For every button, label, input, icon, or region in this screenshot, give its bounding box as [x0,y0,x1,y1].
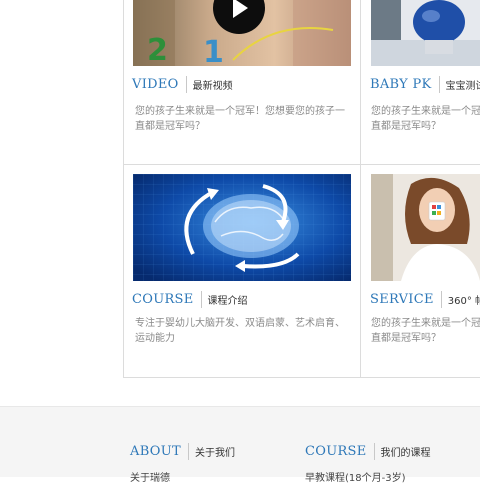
footer-title-en: ABOUT [130,444,181,459]
card-title-video[interactable]: VIDEO 最新视频 [132,76,233,93]
title-separator [373,443,375,460]
card-description: 您的孩子生来就是一个冠军！您想要您的孩子一 直都是冠军吗？ [135,106,345,132]
card-title-babypk[interactable]: BABY PK 宝宝测试 [370,76,480,93]
title-separator [200,291,202,308]
footer-course-title[interactable]: COURSE 我们的课程 [305,443,431,460]
card-title-zh: 课程介绍 [207,296,248,307]
card-title-zh: 最新视频 [192,81,233,92]
footer-title-zh: 关于我们 [194,448,235,459]
svg-text:2: 2 [147,33,168,66]
title-separator [185,76,187,93]
card-title-en: COURSE [132,292,194,307]
card-title-course[interactable]: COURSE 课程介绍 [132,291,248,308]
card-title-zh: 360° 帖心 [447,296,480,307]
card-description: 您的孩子生来就是一个冠 直都是冠军吗？ [371,318,480,344]
column-divider [360,0,361,378]
video-thumbnail[interactable]: 2 1 [133,0,351,66]
footer: ABOUT 关于我们 关于瑞德 COURSE 我们的课程 早教课程(18个月-3… [0,406,480,484]
card-description: 您的孩子生来就是一个冠 直都是冠军吗？ [371,106,480,132]
footer-about-title[interactable]: ABOUT 关于我们 [130,443,235,460]
card-description: 专注于婴幼儿大脑开发、双语启蒙、艺术启育、 运动能力 [135,318,345,344]
footer-title-zh: 我们的课程 [380,448,431,459]
svg-text:1: 1 [203,35,224,66]
footer-link-about[interactable]: 关于瑞德 [130,469,170,484]
service-thumbnail[interactable] [371,174,480,281]
card-title-en: SERVICE [370,292,434,307]
card-title-service[interactable]: SERVICE 360° 帖心 [370,291,480,308]
row-divider [123,164,480,165]
course-thumbnail[interactable] [133,174,351,281]
card-title-zh: 宝宝测试 [445,81,480,92]
card-title-en: BABY PK [370,77,432,92]
title-separator [440,291,442,308]
babypk-thumbnail[interactable] [371,0,480,66]
title-separator [438,76,440,93]
footer-title-en: COURSE [305,444,367,459]
footer-link-course[interactable]: 早教课程(18个月-3岁) [305,469,406,484]
title-separator [187,443,189,460]
card-title-en: VIDEO [132,77,179,92]
